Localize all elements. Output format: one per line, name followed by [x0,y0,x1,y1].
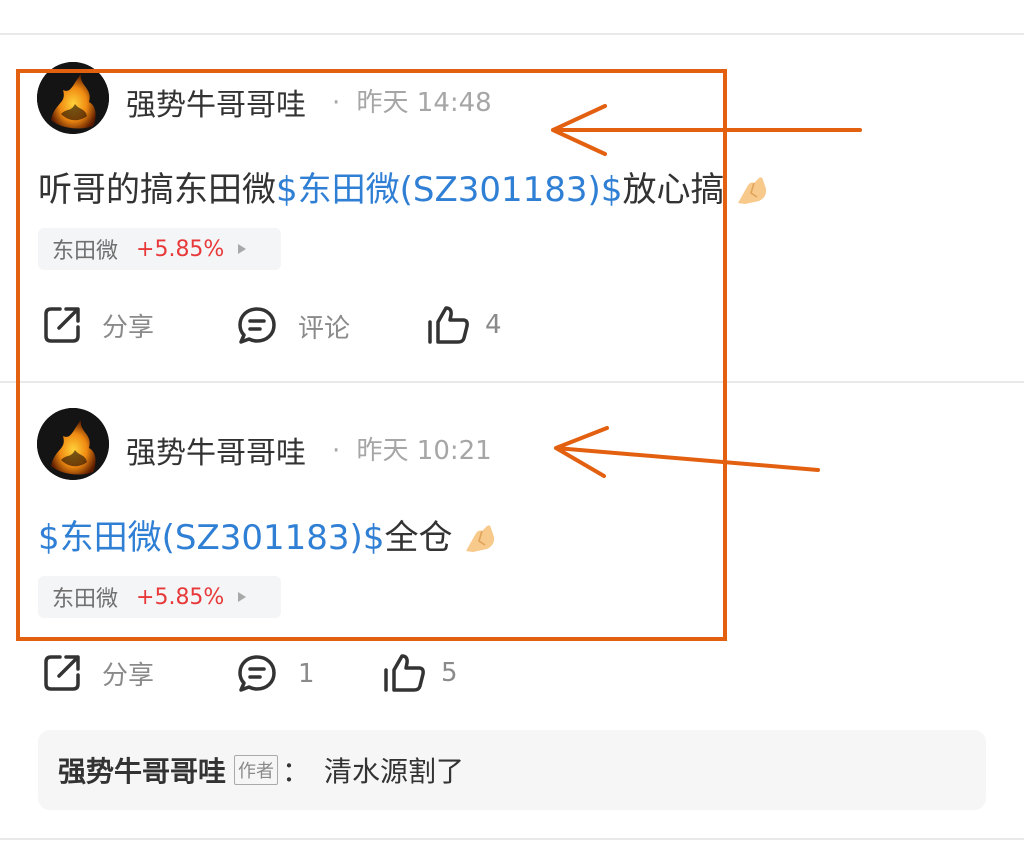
annotation-arrows [551,104,862,478]
arrow-left-icon [551,104,862,156]
arrow-left-icon [554,426,820,478]
